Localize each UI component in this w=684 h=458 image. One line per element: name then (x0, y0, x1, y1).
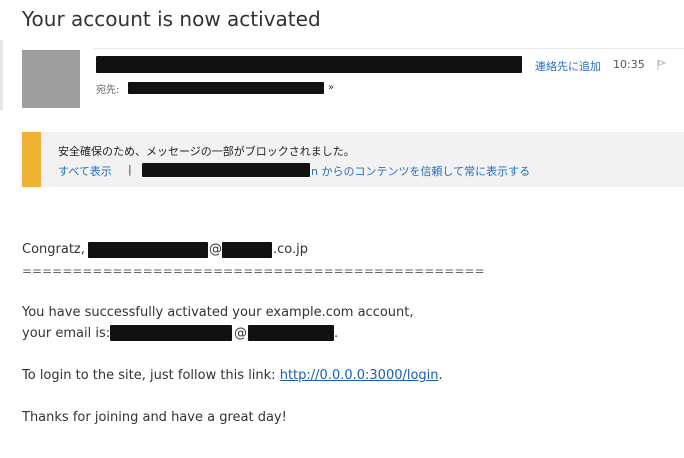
link-separator: | (128, 163, 132, 176)
trust-content-link[interactable]: n からのコンテンツを信頼して常に表示する (311, 163, 530, 179)
email-domain-redacted (248, 325, 334, 341)
email-at: @ (234, 326, 247, 341)
warning-accent-bar (22, 132, 41, 187)
left-strip (0, 40, 3, 110)
login-prefix: To login to the site, just follow this l… (22, 368, 276, 383)
greeting-domain: .co.jp (273, 242, 309, 257)
sender-name-redacted (96, 56, 522, 73)
greeting-line: Congratz, (22, 242, 85, 257)
header-divider (94, 48, 684, 49)
greeting-prefix: Congratz, (22, 242, 85, 257)
email-time: 10:35 (613, 58, 645, 71)
greeting-domain-redacted (222, 242, 272, 258)
blocked-content-message: 安全確保のため、メッセージの一部がブロックされました。 (58, 145, 355, 158)
activation-line: You have successfully activated your exa… (22, 305, 414, 320)
show-all-link[interactable]: すべて表示 (58, 163, 112, 179)
double-chevron-down-icon[interactable]: » (328, 82, 334, 93)
email-period: . (334, 326, 339, 341)
greeting-at: @ (209, 242, 222, 257)
flag-icon[interactable] (656, 59, 668, 71)
email-label: your email is: (22, 326, 111, 341)
closing-line: Thanks for joining and have a great day! (22, 410, 287, 425)
login-line: To login to the site, just follow this l… (22, 368, 443, 383)
text-divider: ========================================… (22, 264, 485, 278)
greeting-username-redacted (88, 242, 208, 258)
to-label: 宛先: (96, 85, 120, 96)
login-link[interactable]: http://0.0.0.0:3000/login (280, 368, 439, 383)
login-suffix: . (438, 368, 443, 383)
sender-avatar (22, 50, 80, 108)
email-subject: Your account is now activated (22, 7, 321, 31)
sender-domain-redacted (142, 163, 310, 177)
add-contact-link[interactable]: 連絡先に追加 (535, 58, 601, 74)
recipient-redacted (128, 82, 324, 94)
email-user-redacted (110, 325, 232, 341)
blocked-content-banner: 安全確保のため、メッセージの一部がブロックされました。 すべて表示 | n から… (22, 132, 684, 187)
